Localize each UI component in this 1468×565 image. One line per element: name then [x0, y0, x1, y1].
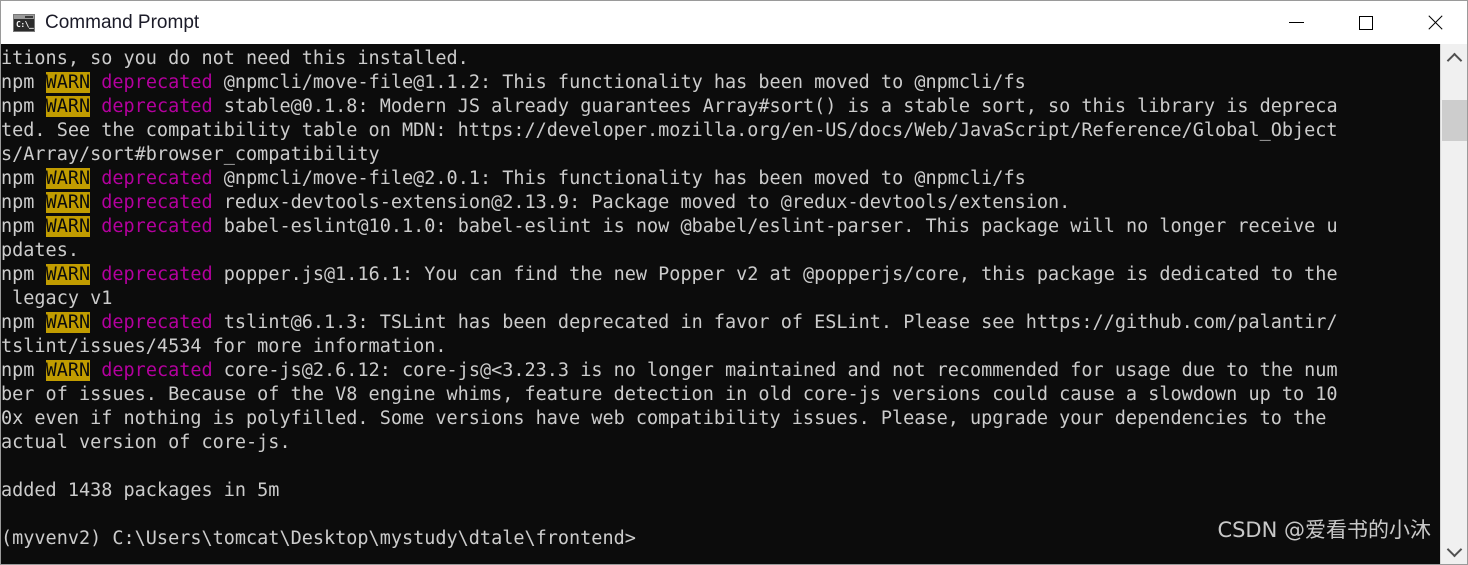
console-text-segment: actual version of core-js. [1, 432, 291, 453]
console-text-segment: npm [1, 216, 46, 237]
console-text-segment: ber of issues. Because of the V8 engine … [1, 384, 1338, 405]
console-text-segment: npm [1, 168, 46, 189]
minimize-button[interactable] [1262, 1, 1331, 44]
warn-badge: WARN [45, 360, 91, 381]
warn-badge: WARN [45, 312, 91, 333]
console-text-segment [90, 192, 101, 213]
deprecated-label: deprecated [101, 360, 213, 381]
console-line: 0x even if nothing is polyfilled. Some v… [1, 407, 1446, 431]
console-text-segment: s/Array/sort#browser_compatibility [1, 144, 380, 165]
csdn-watermark: CSDN @爱看书的小沐 [1217, 518, 1431, 542]
console-text-segment: pdates. [1, 240, 79, 261]
deprecated-label: deprecated [101, 312, 213, 333]
console-text-segment: ted. See the compatibility table on MDN:… [1, 120, 1338, 141]
console-text-segment: @npmcli/move-file@1.1.2: This functional… [212, 72, 1026, 93]
console-line: ted. See the compatibility table on MDN:… [1, 119, 1446, 143]
console-text-segment: npm [1, 312, 46, 333]
vertical-scrollbar[interactable] [1440, 44, 1467, 564]
console-text-segment: babel-eslint@10.1.0: babel-eslint is now… [212, 216, 1338, 237]
console-text-segment: stable@0.1.8: Modern JS already guarante… [212, 96, 1338, 117]
warn-badge: WARN [45, 192, 91, 213]
cmd-icon-bar [14, 14, 34, 19]
console-text-segment: npm [1, 72, 46, 93]
console-text-segment [90, 312, 101, 333]
scrollbar-thumb[interactable] [1442, 100, 1467, 141]
console-text-segment [90, 96, 101, 117]
console-line: npm WARN deprecated stable@0.1.8: Modern… [1, 95, 1446, 119]
maximize-button[interactable] [1331, 1, 1400, 44]
scrollbar-up-button[interactable] [1441, 44, 1467, 72]
warn-badge: WARN [45, 72, 91, 93]
console-text-segment: npm [1, 96, 46, 117]
console-text-segment [90, 264, 101, 285]
console-text-segment [90, 72, 101, 93]
console-line: npm WARN deprecated redux-devtools-exten… [1, 191, 1446, 215]
warn-badge: WARN [45, 264, 91, 285]
console-text-segment [90, 360, 101, 381]
console-line: npm WARN deprecated @npmcli/move-file@1.… [1, 71, 1446, 95]
console-line: tslint/issues/4534 for more information. [1, 335, 1446, 359]
console-line: ber of issues. Because of the V8 engine … [1, 383, 1446, 407]
console-line: added 1438 packages in 5m [1, 479, 1446, 503]
console-text-segment: tslint@6.1.3: TSLint has been deprecated… [212, 312, 1338, 333]
deprecated-label: deprecated [101, 168, 213, 189]
cmd-icon-prompt-glyph: C:\_ [16, 19, 34, 29]
deprecated-label: deprecated [101, 216, 213, 237]
console-text-segment: @npmcli/move-file@2.0.1: This functional… [212, 168, 1026, 189]
console-line: itions, so you do not need this installe… [1, 47, 1446, 71]
maximize-icon [1358, 15, 1373, 30]
console-text-segment: popper.js@1.16.1: You can find the new P… [212, 264, 1338, 285]
chevron-down-icon [1446, 541, 1462, 557]
console-line: npm WARN deprecated tslint@6.1.3: TSLint… [1, 311, 1446, 335]
console-line: s/Array/sort#browser_compatibility [1, 143, 1446, 167]
deprecated-label: deprecated [101, 72, 213, 93]
deprecated-label: deprecated [101, 192, 213, 213]
console-text-segment: 0x even if nothing is polyfilled. Some v… [1, 408, 1327, 429]
window-title: Command Prompt [45, 11, 200, 33]
console-text-segment: redux-devtools-extension@2.13.9: Package… [212, 192, 1071, 213]
console-text-segment: tslint/issues/4534 for more information. [1, 336, 447, 357]
console-text-segment: core-js@2.6.12: core-js@<3.23.3 is no lo… [212, 360, 1338, 381]
console-text-segment: npm [1, 192, 46, 213]
console-text-segment [90, 168, 101, 189]
console-text-segment: legacy v1 [1, 288, 113, 309]
console-line: actual version of core-js. [1, 431, 1446, 455]
console-text-segment: (myvenv2) C:\Users\tomcat\Desktop\mystud… [1, 528, 636, 549]
console-text-segment: itions, so you do not need this installe… [1, 48, 469, 69]
chevron-up-icon [1446, 52, 1462, 68]
scrollbar-down-button[interactable] [1441, 537, 1467, 564]
command-prompt-window: C:\_ Command Prompt itions, so you do no… [0, 0, 1468, 565]
console-text: itions, so you do not need this installe… [1, 47, 1446, 551]
cmd-icon: C:\_ [13, 13, 35, 32]
deprecated-label: deprecated [101, 264, 213, 285]
console-line: npm WARN deprecated core-js@2.6.12: core… [1, 359, 1446, 383]
titlebar-left: C:\_ Command Prompt [1, 12, 1262, 34]
titlebar[interactable]: C:\_ Command Prompt [1, 1, 1467, 44]
console-output-area[interactable]: itions, so you do not need this installe… [1, 44, 1467, 564]
window-controls [1262, 1, 1467, 44]
console-line: npm WARN deprecated babel-eslint@10.1.0:… [1, 215, 1446, 239]
console-line: npm WARN deprecated popper.js@1.16.1: Yo… [1, 263, 1446, 287]
console-text-segment: npm [1, 360, 46, 381]
close-button[interactable] [1400, 1, 1467, 44]
console-text-segment: npm [1, 264, 46, 285]
deprecated-label: deprecated [101, 96, 213, 117]
warn-badge: WARN [45, 168, 91, 189]
console-line: legacy v1 [1, 287, 1446, 311]
console-text-segment [90, 216, 101, 237]
console-text-segment: added 1438 packages in 5m [1, 480, 280, 501]
close-icon [1426, 14, 1444, 32]
warn-badge: WARN [45, 96, 91, 117]
warn-badge: WARN [45, 216, 91, 237]
console-line: pdates. [1, 239, 1446, 263]
minimize-icon [1289, 22, 1304, 23]
console-line: npm WARN deprecated @npmcli/move-file@2.… [1, 167, 1446, 191]
